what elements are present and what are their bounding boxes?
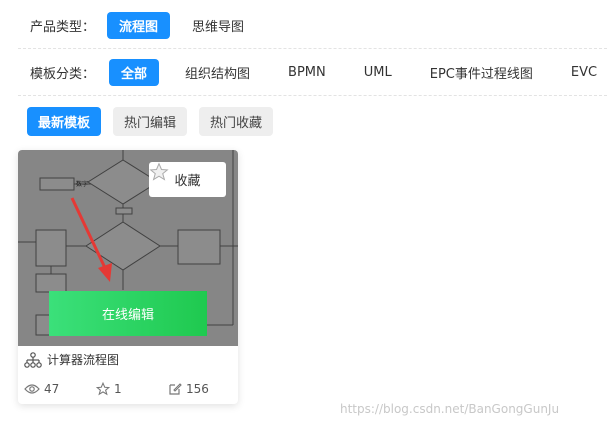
category-all[interactable]: 全部 [109,58,160,86]
template-thumbnail: 数字 收藏 在线编辑 [18,150,238,346]
category-org-chart[interactable]: 组织结构图 [173,59,262,86]
category-epc[interactable]: EPC事件过程线图 [418,59,545,86]
category-evc[interactable]: EVC [559,61,607,84]
category-bpmn[interactable]: BPMN [276,61,338,84]
edits-stat: 156 [168,382,209,396]
edits-count: 156 [186,382,209,396]
sort-latest[interactable]: 最新模板 [27,106,102,136]
views-stat: 47 [24,382,96,396]
star-icon [149,162,169,181]
eye-icon [24,384,40,394]
template-category-filter: 模板分类： 全部 组织结构图 BPMN UML EPC事件过程线图 EVC [18,58,607,86]
divider [18,95,607,96]
sort-hot-edit[interactable]: 热门编辑 [113,106,188,136]
favorite-button[interactable]: 收藏 [149,162,226,197]
star-outline-icon [96,382,110,396]
edit-online-button[interactable]: 在线编辑 [49,291,207,336]
watermark: https://blog.csdn.net/BanGongGunJu [340,402,560,416]
favorite-label: 收藏 [174,174,201,189]
product-type-filter: 产品类型： 流程图 思维导图 [18,11,607,39]
sort-tabs: 最新模板 热门编辑 热门收藏 [18,106,607,136]
divider [18,48,607,49]
org-chart-icon [24,351,42,368]
product-type-mindmap[interactable]: 思维导图 [180,12,256,39]
likes-count: 1 [114,382,122,396]
template-category-label: 模板分类： [30,66,96,82]
product-type-flowchart[interactable]: 流程图 [107,11,171,39]
card-title[interactable]: 计算器流程图 [47,351,119,368]
views-count: 47 [44,382,60,396]
template-card[interactable]: 数字 收藏 在线编辑 计算器流程图 47 1 156 [18,150,238,404]
likes-stat[interactable]: 1 [96,382,168,396]
product-type-label: 产品类型： [30,19,96,35]
sort-hot-favorite[interactable]: 热门收藏 [199,106,274,136]
card-stats: 47 1 156 [24,382,234,396]
edit-icon [169,383,182,395]
card-title-row: 计算器流程图 [24,351,119,368]
category-uml[interactable]: UML [352,61,404,84]
